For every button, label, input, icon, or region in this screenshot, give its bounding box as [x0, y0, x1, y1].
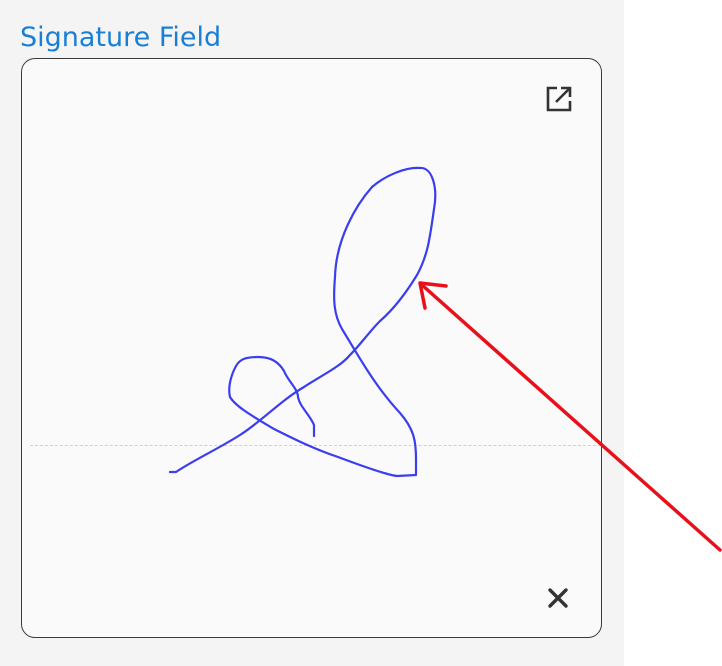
- expand-button[interactable]: [543, 83, 575, 115]
- signature-pad[interactable]: [21, 58, 602, 638]
- signature-drawing: [168, 166, 437, 478]
- clear-button[interactable]: [545, 585, 571, 611]
- close-icon: [548, 588, 568, 608]
- external-link-icon: [546, 86, 572, 112]
- signature-stroke: [168, 166, 437, 478]
- field-title: Signature Field: [20, 22, 222, 53]
- signature-panel: Signature Field: [0, 0, 624, 666]
